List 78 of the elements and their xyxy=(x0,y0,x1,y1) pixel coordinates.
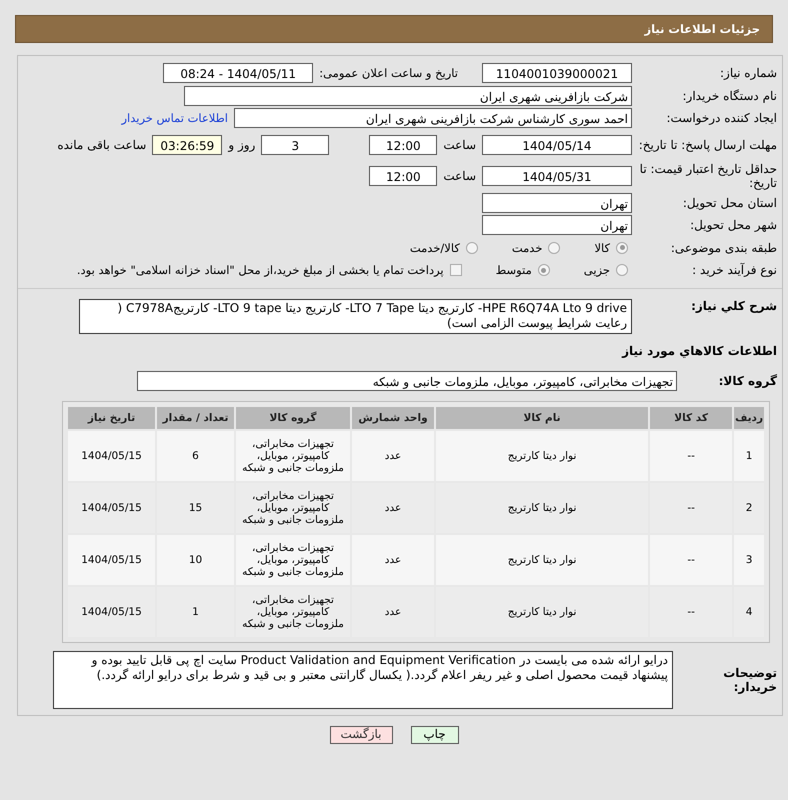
table-cell: -- xyxy=(650,586,732,636)
field-label: حداقل تاریخ اعتبار قیمت: تا تاریخ: xyxy=(638,162,777,190)
table-cell: تجهیزات مخابراتی، کامپیوتر، موبایل، ملزومات جانبی و شبکه xyxy=(236,430,350,480)
table-cell: نوار دیتا کارتریج xyxy=(436,482,648,532)
checkbox-label: پرداخت تمام یا بخشی از مبلغ خرید،از محل "اسناد خزانه اسلامی" خواهد بود. xyxy=(76,263,444,278)
need-number-field: 1104001039000021 xyxy=(482,63,632,84)
remaining-label: ساعت باقی مانده xyxy=(57,138,146,152)
column-header: نام کالا xyxy=(436,406,648,428)
days-field: 3 xyxy=(261,135,330,155)
table-cell: 2 xyxy=(734,482,764,532)
radio-label: کالا/خدمت xyxy=(410,240,460,255)
page-title: جزئیات اطلاعات نیاز xyxy=(644,22,760,36)
table-cell: -- xyxy=(650,534,732,584)
field-label: مهلت ارسال پاسخ: تا تاریخ: xyxy=(638,138,777,152)
table-cell: 1404/05/15 xyxy=(68,534,155,584)
table-cell: عدد xyxy=(352,534,434,584)
table-cell: 4 xyxy=(734,586,764,636)
time-field: 12:00 xyxy=(369,166,438,186)
field-label: ایجاد کننده درخواست: xyxy=(665,111,777,126)
announce-date-field: 1404/05/11 - 08:24 xyxy=(163,63,314,84)
buyer-org-field: شرکت بازافرینی شهری ایران xyxy=(184,86,632,106)
action-button[interactable]: چاپ xyxy=(410,726,458,744)
days-label: روز و xyxy=(228,138,256,152)
column-header: تاریخ نیاز xyxy=(68,406,155,428)
table-cell: -- xyxy=(650,430,732,480)
column-header: کد کالا xyxy=(650,406,732,428)
date-field: 1404/05/14 xyxy=(482,135,632,155)
field-label: شرح کلي نياز: xyxy=(690,298,777,312)
table-cell: عدد xyxy=(352,482,434,532)
table-cell: عدد xyxy=(352,586,434,636)
column-header: ردیف xyxy=(734,406,764,428)
field-label: شماره نیاز: xyxy=(719,66,777,80)
requester-field: احمد سوری کارشناس شرکت بازافرینی شهری ایران xyxy=(234,108,632,128)
buyer-notes-field: درایو ارائه شده می بایست در Product Validation and Equipment Verification سایت اچ پی قابل تایید بوده و پیشنهاد قیمت محصول اصلی و غیر ریفر اعلام گردد.( یکسال گارانتی معتبر و بی قید و شرط برای درایو ارائه گردد.) xyxy=(53,650,673,708)
city-field: تهران xyxy=(482,215,632,236)
table-cell: عدد xyxy=(352,430,434,480)
date-field: 1404/05/31 xyxy=(482,166,632,186)
section-heading: اطلاعات کالاهاي مورد نياز xyxy=(622,344,777,358)
table-cell: 6 xyxy=(157,430,234,480)
buyer-contact-link[interactable]: اطلاعات تماس خریدار xyxy=(121,111,228,126)
action-button[interactable]: بازگشت xyxy=(330,726,392,744)
table-cell: تجهیزات مخابراتی، کامپیوتر، موبایل، ملزومات جانبی و شبکه xyxy=(236,586,350,636)
column-header: واحد شمارش xyxy=(352,406,434,428)
table-cell: -- xyxy=(650,482,732,532)
table-cell: 1 xyxy=(157,586,234,636)
table-cell: 10 xyxy=(157,534,234,584)
table-cell: نوار دیتا کارتریج xyxy=(436,586,648,636)
radio-label: خدمت xyxy=(512,240,542,255)
table-cell: 1404/05/15 xyxy=(68,586,155,636)
field-label: طبقه بندی موضوعی: xyxy=(670,240,777,255)
table-cell: نوار دیتا کارتریج xyxy=(436,534,648,584)
radio-label: جزیی xyxy=(584,263,610,278)
goods-group-field: تجهیزات مخابراتی، کامپیوتر، موبایل، ملزومات جانبی و شبکه xyxy=(137,371,677,392)
remaining-time-field: 03:26:59 xyxy=(152,135,222,155)
radio-label: متوسط xyxy=(496,263,532,278)
field-label: تاریخ و ساعت اعلان عمومی: xyxy=(319,66,458,80)
table-cell: نوار دیتا کارتریج xyxy=(436,430,648,480)
table-cell: تجهیزات مخابراتی، کامپیوتر، موبایل، ملزومات جانبی و شبکه xyxy=(236,534,350,584)
field-label: گروه کالا: xyxy=(718,374,777,388)
table-cell: 3 xyxy=(734,534,764,584)
field-label: شهر محل تحویل: xyxy=(689,218,777,232)
field-label: نام دستگاه خریدار: xyxy=(682,88,777,103)
table-cell: 1 xyxy=(734,430,764,480)
time-field: 12:00 xyxy=(369,135,438,155)
field-label: توضیحات خریدار: xyxy=(722,666,777,694)
field-label: نوع فرآیند خرید : xyxy=(691,263,777,278)
time-label: ساعت xyxy=(443,138,476,152)
table-cell: 1404/05/15 xyxy=(68,430,155,480)
field-label: استان محل تحویل: xyxy=(682,196,777,210)
column-header: تعداد / مقدار xyxy=(157,406,234,428)
table-cell: 15 xyxy=(157,482,234,532)
province-field: تهران xyxy=(482,192,632,213)
column-header: گروه کالا xyxy=(236,406,350,428)
description-field: HPE R6Q74A Lto 9 drive- کارتریج دیتا LTO 7 Tape- کارتریج دیتا LTO 9 tape- کارتریجC7978A ( رعایت شرایط پیوست الزامی است) xyxy=(79,298,632,334)
time-label: ساعت xyxy=(443,169,476,183)
table-cell: 1404/05/15 xyxy=(68,482,155,532)
radio-label: کالا xyxy=(594,240,610,255)
table-cell: تجهیزات مخابراتی، کامپیوتر، موبایل، ملزومات جانبی و شبکه xyxy=(236,482,350,532)
